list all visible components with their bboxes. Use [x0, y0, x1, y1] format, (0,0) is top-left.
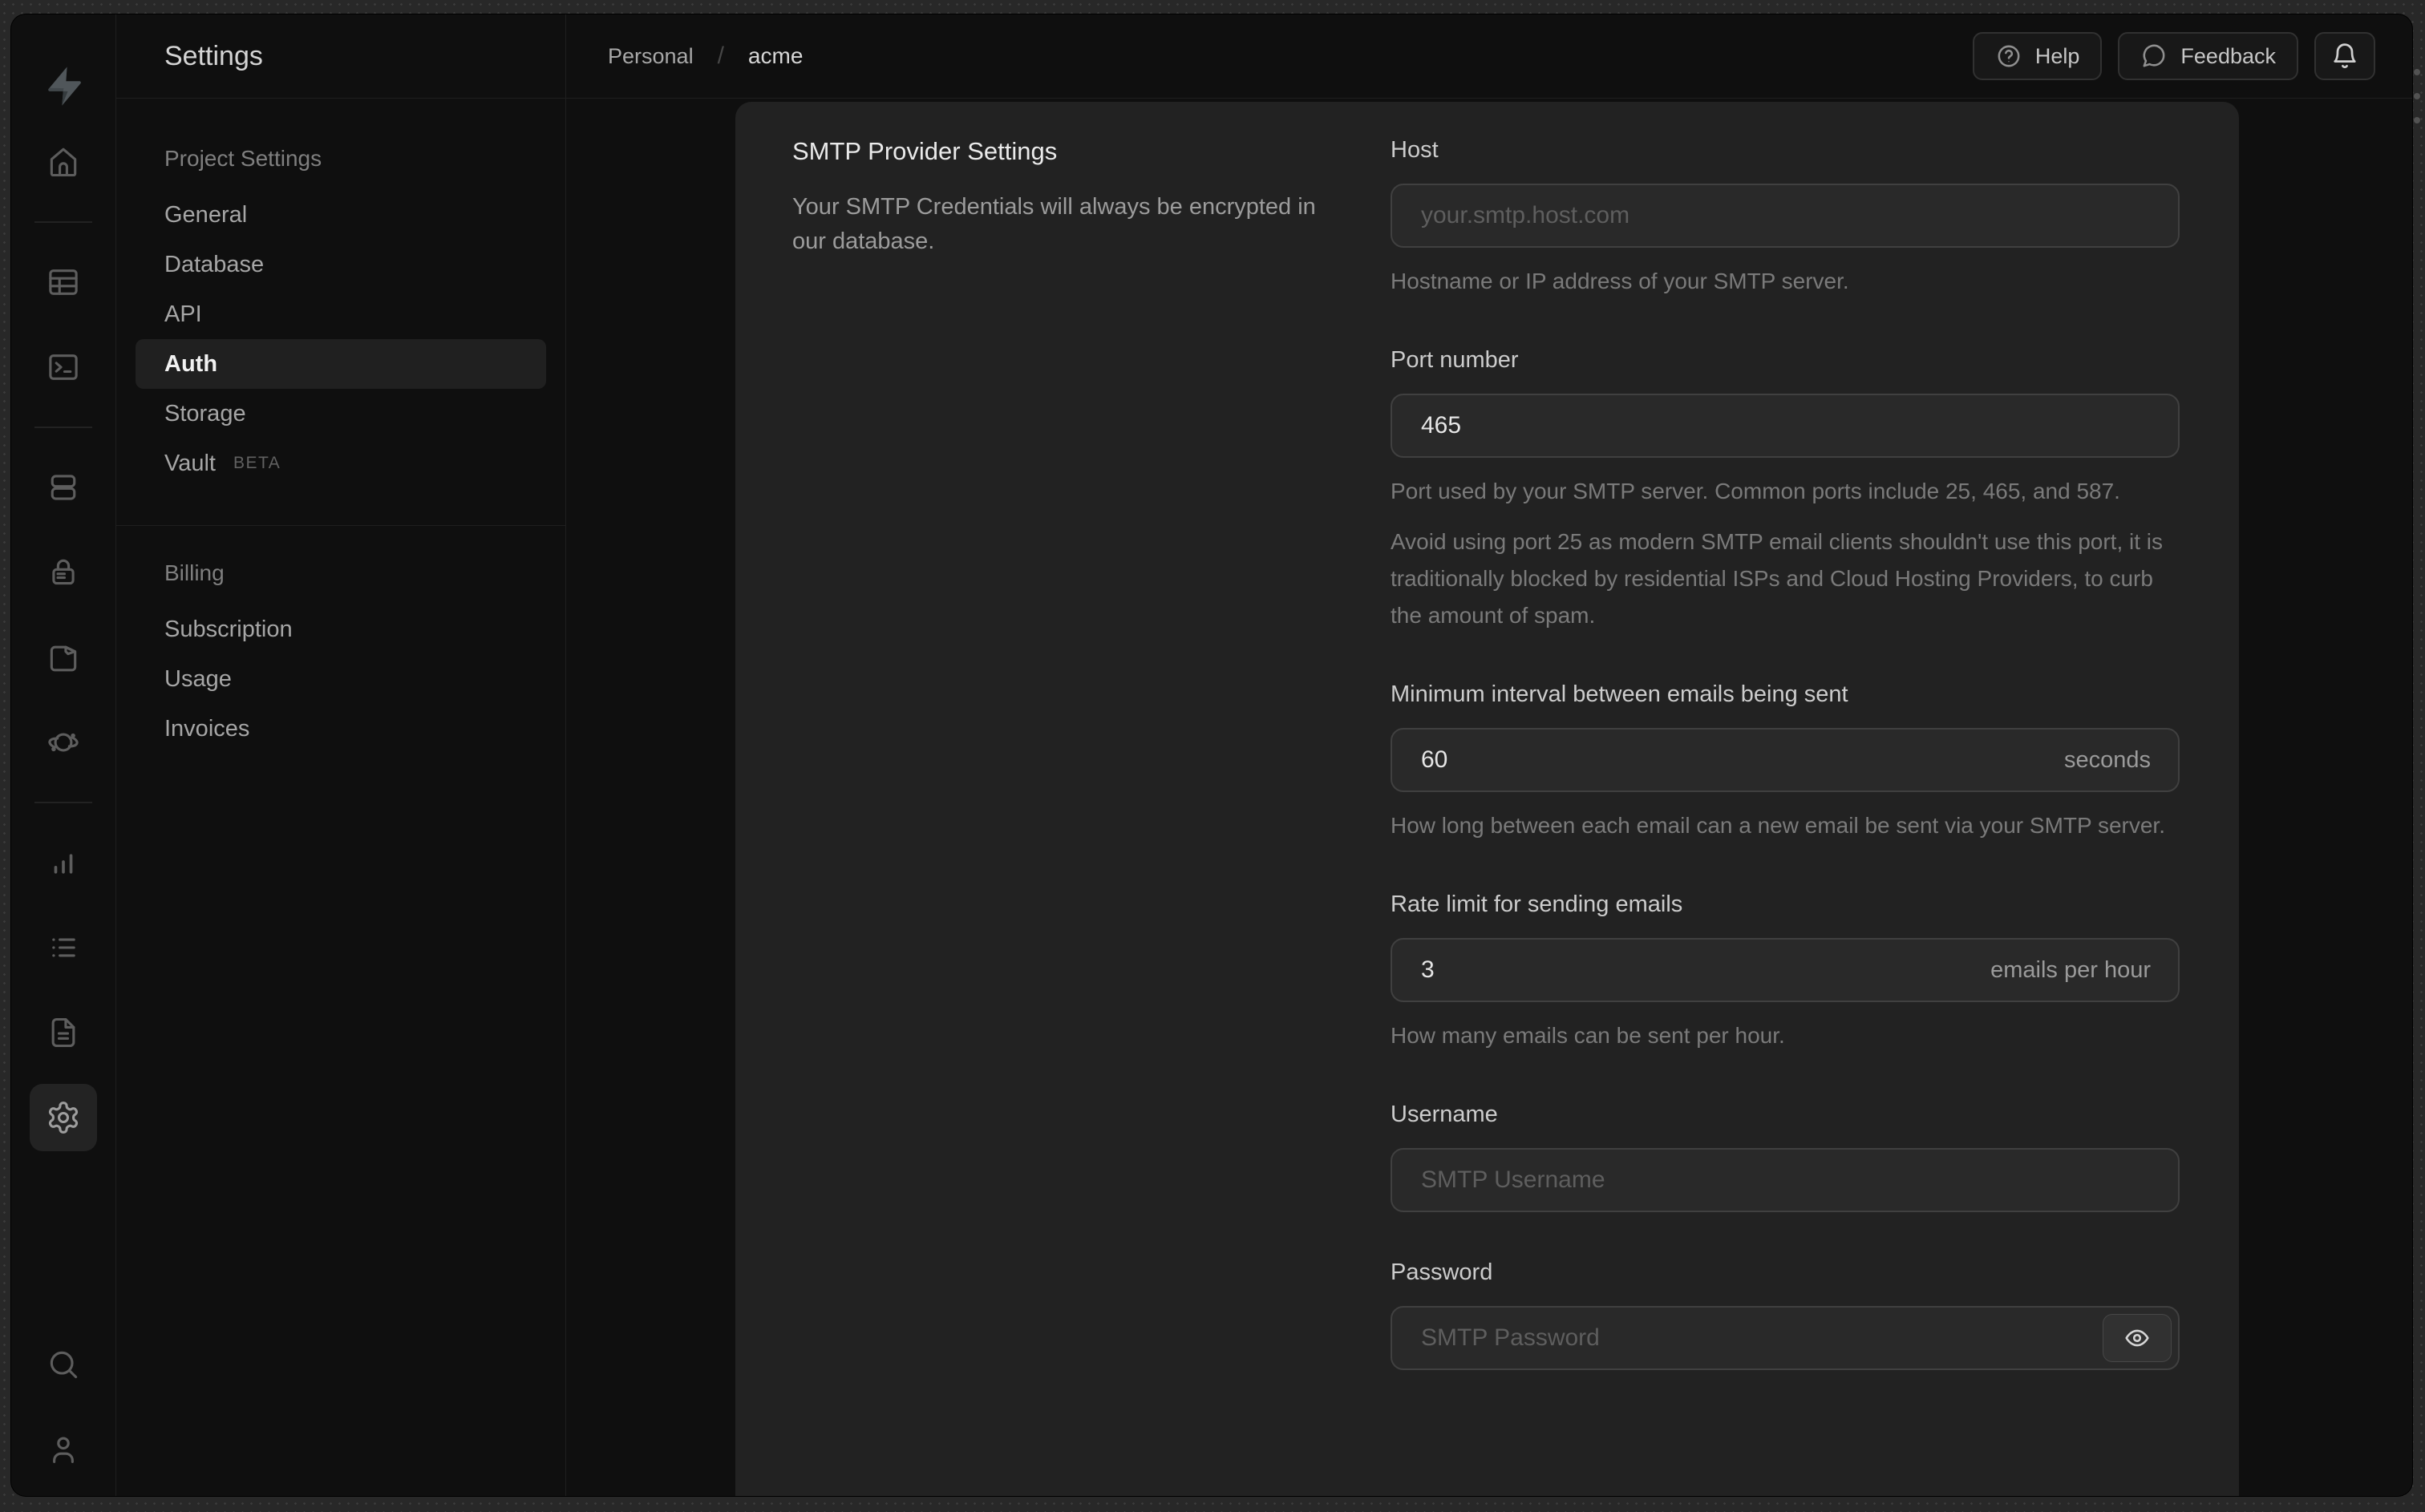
- section-title-project-settings: Project Settings: [164, 146, 322, 171]
- rate-help: How many emails can be sent per hour.: [1391, 1023, 1785, 1048]
- table-icon: [49, 269, 78, 295]
- logs-button[interactable]: [30, 922, 97, 973]
- search-button[interactable]: [30, 1339, 97, 1390]
- sidebar-item-subscription[interactable]: Subscription: [136, 604, 546, 654]
- settings-sidebar: Settings Project Settings General Databa…: [116, 14, 566, 1496]
- table-editor-button[interactable]: [30, 257, 97, 308]
- topbar: Personal / acme Help Feedback: [566, 14, 2412, 99]
- host-input[interactable]: [1391, 184, 2180, 248]
- search-icon: [50, 1351, 78, 1379]
- host-help: Hostname or IP address of your SMTP serv…: [1391, 269, 1849, 293]
- supabase-logo-icon[interactable]: [38, 61, 89, 112]
- username-field-group: Username: [1391, 1100, 2180, 1212]
- breadcrumb-separator: /: [717, 42, 724, 69]
- rate-label: Rate limit for sending emails: [1391, 891, 1683, 917]
- sidebar-item-invoices[interactable]: Invoices: [136, 704, 546, 754]
- home-button[interactable]: [30, 136, 97, 188]
- panel-title: SMTP Provider Settings: [792, 137, 1058, 165]
- rail-divider: [34, 802, 92, 803]
- interval-help: How long between each email can a new em…: [1391, 813, 2165, 838]
- settings-nav: Project Settings General Database API Au…: [116, 99, 565, 754]
- sidebar-item-database[interactable]: Database: [136, 240, 546, 289]
- port-help: Port used by your SMTP server. Common po…: [1391, 479, 2120, 503]
- section-title-billing: Billing: [164, 560, 225, 585]
- orbit-icon: [48, 733, 79, 752]
- reveal-password-button[interactable]: [2103, 1314, 2172, 1362]
- page-title: Settings: [164, 40, 263, 71]
- notifications-button[interactable]: [2314, 32, 2375, 80]
- lock-icon: [52, 559, 75, 585]
- sidebar-item-vault[interactable]: Vault BETA: [136, 439, 546, 488]
- reports-button[interactable]: [30, 837, 97, 888]
- edge-functions-button[interactable]: [30, 717, 97, 768]
- breadcrumb-project[interactable]: acme: [748, 43, 803, 69]
- breadcrumb-org[interactable]: Personal: [608, 44, 694, 69]
- port-note: Avoid using port 25 as modern SMTP email…: [1391, 529, 2164, 628]
- bar-chart-icon: [54, 854, 73, 874]
- storage-button[interactable]: [30, 632, 97, 683]
- api-docs-button[interactable]: [30, 1007, 97, 1058]
- password-field-group: Password: [1391, 1258, 2180, 1370]
- speech-bubble-icon: [2143, 44, 2165, 67]
- file-text-icon: [51, 1017, 75, 1048]
- help-circle-icon: [1998, 45, 2020, 67]
- sidebar-item-usage[interactable]: Usage: [136, 654, 546, 704]
- settings-button[interactable]: [30, 1084, 97, 1151]
- rail-divider: [34, 221, 92, 223]
- port-label: Port number: [1391, 347, 1519, 373]
- sidebar-item-storage[interactable]: Storage: [136, 389, 546, 439]
- username-label: Username: [1391, 1102, 1498, 1127]
- database-button[interactable]: [30, 462, 97, 513]
- eye-icon: [2125, 1329, 2149, 1347]
- rate-input[interactable]: [1391, 938, 2180, 1002]
- auth-button[interactable]: [30, 547, 97, 598]
- main-area: Personal / acme Help Feedback SMTP Provi…: [566, 14, 2412, 1496]
- bell-icon: [2334, 43, 2356, 69]
- port-input[interactable]: [1391, 394, 2180, 458]
- app-window: Settings Project Settings General Databa…: [11, 14, 2412, 1496]
- rate-field-group: Rate limit for sending emails emails per…: [1391, 890, 2180, 1054]
- beta-badge: BETA: [233, 454, 281, 472]
- list-icon: [52, 938, 75, 957]
- rail-divider: [34, 427, 92, 428]
- feedback-button[interactable]: Feedback: [2118, 32, 2298, 80]
- password-label: Password: [1391, 1259, 1493, 1285]
- breadcrumb: Personal / acme: [608, 42, 803, 70]
- content-area: SMTP Provider Settings Your SMTP Credent…: [566, 99, 2412, 1496]
- password-input[interactable]: [1391, 1306, 2180, 1370]
- topbar-actions: Help Feedback: [1972, 32, 2375, 80]
- interval-field-group: Minimum interval between emails being se…: [1391, 680, 2180, 844]
- port-field-group: Port number Port used by your SMTP serve…: [1391, 346, 2180, 634]
- smtp-form: Host Hostname or IP address of your SMTP…: [1391, 135, 2180, 1496]
- sql-editor-button[interactable]: [30, 342, 97, 393]
- user-icon: [53, 1437, 74, 1463]
- smtp-settings-panel: SMTP Provider Settings Your SMTP Credent…: [735, 102, 2239, 1496]
- folder-icon: [50, 645, 77, 672]
- database-icon: [51, 475, 76, 500]
- panel-intro: SMTP Provider Settings Your SMTP Credent…: [792, 135, 1334, 1496]
- nav-rail: [11, 14, 116, 1496]
- panel-description: Your SMTP Credentials will always be enc…: [792, 194, 1316, 254]
- username-input[interactable]: [1391, 1148, 2180, 1212]
- help-button[interactable]: Help: [1972, 32, 2103, 80]
- profile-button[interactable]: [30, 1424, 97, 1475]
- interval-label: Minimum interval between emails being se…: [1391, 681, 1848, 707]
- sidebar-divider: [116, 525, 565, 526]
- host-label: Host: [1391, 137, 1439, 163]
- host-field-group: Host Hostname or IP address of your SMTP…: [1391, 135, 2180, 300]
- sidebar-item-api[interactable]: API: [136, 289, 546, 339]
- terminal-icon: [49, 354, 78, 380]
- gear-icon: [48, 1102, 79, 1134]
- window-scrollbar[interactable]: [2414, 69, 2420, 123]
- interval-input[interactable]: [1391, 728, 2180, 792]
- sidebar-item-auth[interactable]: Auth: [136, 339, 546, 389]
- sidebar-header: Settings: [116, 14, 565, 99]
- sidebar-item-general[interactable]: General: [136, 190, 546, 240]
